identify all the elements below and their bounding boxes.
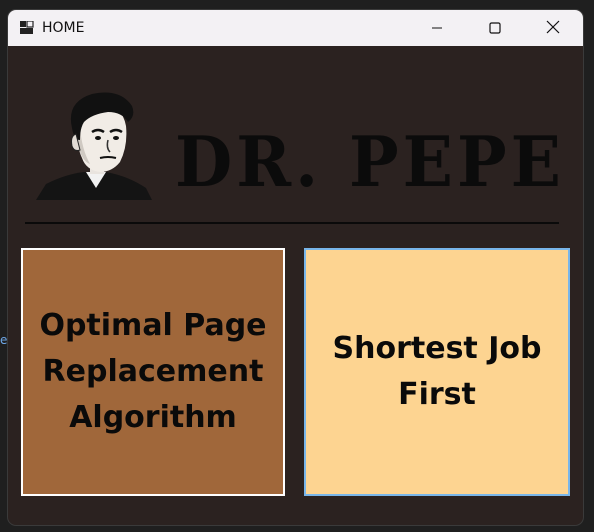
maximize-button[interactable] [466,10,524,46]
home-content: DR. PEPE Optimal Page Replacement Algori… [8,46,583,525]
close-button[interactable] [524,10,582,46]
shortest-job-first-button[interactable]: Shortest Job First [304,248,570,496]
home-window: HOME DR. PEPE Optimal Page Replacement A… [8,10,583,525]
minimize-icon [431,19,443,38]
close-icon [546,19,560,38]
maximize-icon [489,19,501,38]
optimal-page-replacement-label: Optimal Page Replacement Algorithm [39,308,267,435]
window-title: HOME [42,20,85,36]
optimal-page-replacement-button[interactable]: Optimal Page Replacement Algorithm [21,248,285,496]
desktop-edge-text: e [0,333,8,347]
title-bar[interactable]: HOME [8,10,583,46]
logo-text: DR. PEPE [175,121,565,203]
header-divider [25,222,559,224]
minimize-button[interactable] [408,10,466,46]
portrait-image [36,88,152,200]
app-window-icon [20,21,34,35]
shortest-job-first-label: Shortest Job First [332,331,542,412]
